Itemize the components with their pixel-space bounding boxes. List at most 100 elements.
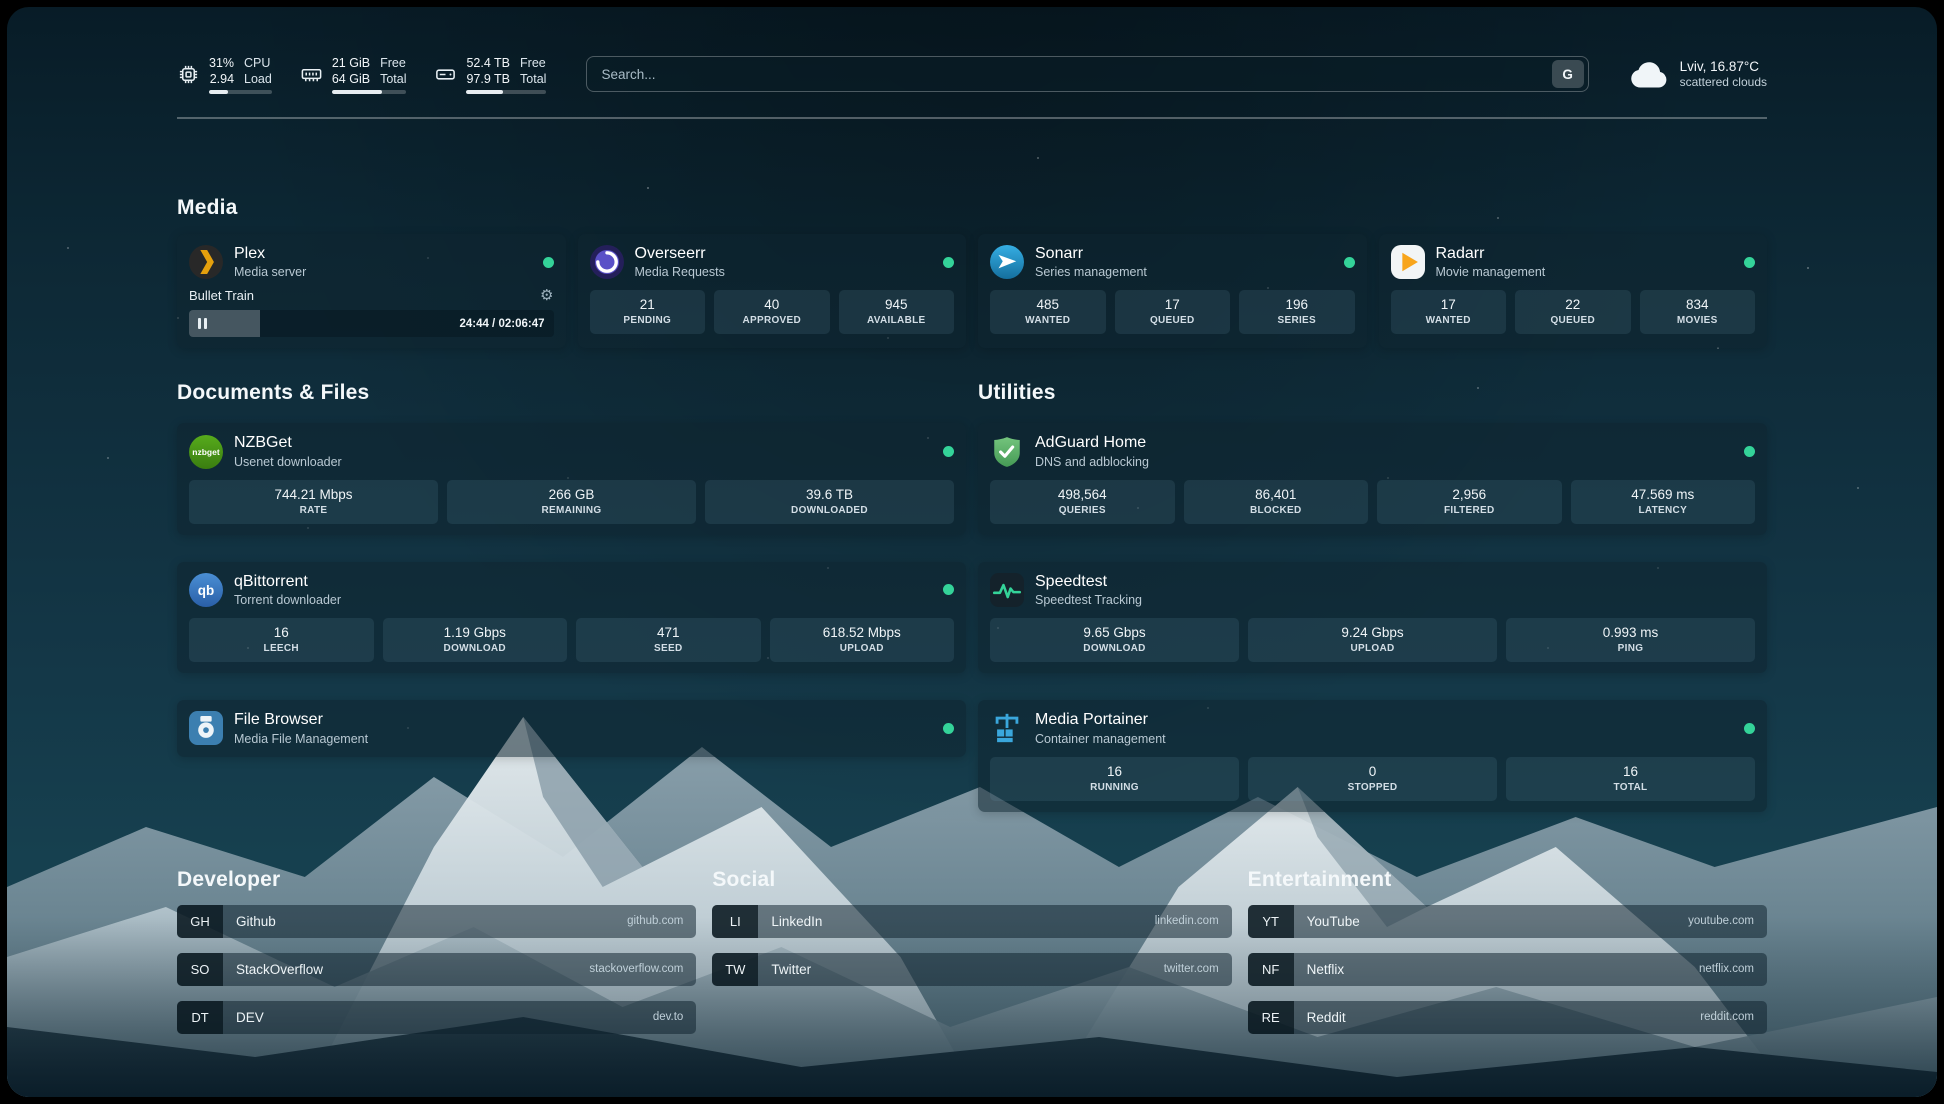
- overseerr-icon: [590, 245, 624, 279]
- svg-text:nzbget: nzbget: [192, 447, 220, 457]
- service-subtitle: Series management: [1035, 265, 1147, 279]
- bookmark-twitter[interactable]: TW Twitter twitter.com: [712, 953, 1231, 986]
- service-card-nzbget[interactable]: nzbget NZBGet Usenet downloader 744.21 M…: [177, 423, 966, 534]
- status-dot: [1744, 723, 1755, 734]
- service-card-radarr[interactable]: Radarr Movie management 17 WANTED 22 QUE…: [1379, 234, 1768, 348]
- bookmark-netflix[interactable]: NF Netflix netflix.com: [1248, 953, 1767, 986]
- bookmark-url: github.com: [627, 915, 683, 927]
- speedtest-icon: [990, 573, 1024, 607]
- dashboard-content: 31% CPU 2.94 Load 21 GiB Free 64: [7, 7, 1937, 1097]
- status-dot: [943, 723, 954, 734]
- service-subtitle: Media Requests: [635, 265, 725, 279]
- stat-approved: 40 APPROVED: [714, 290, 830, 334]
- bookmark-linkedin[interactable]: LI LinkedIn linkedin.com: [712, 905, 1231, 938]
- bookmark-github[interactable]: GH Github github.com: [177, 905, 696, 938]
- cpu-icon: [177, 63, 200, 86]
- service-card-speedtest[interactable]: Speedtest Speedtest Tracking 9.65 Gbps D…: [978, 562, 1767, 673]
- disk-label-bottom: Total: [520, 71, 546, 87]
- service-subtitle: Container management: [1035, 732, 1166, 746]
- service-subtitle: Movie management: [1436, 265, 1546, 279]
- stat-total: 16 TOTAL: [1506, 757, 1755, 801]
- service-name: Speedtest: [1035, 573, 1142, 591]
- bookmark-abbr: SO: [177, 953, 223, 986]
- service-card-sonarr[interactable]: Sonarr Series management 485 WANTED 17 Q…: [978, 234, 1367, 348]
- section-title-social: Social: [712, 867, 1231, 893]
- stat-movies: 834 MOVIES: [1640, 290, 1756, 334]
- service-card-qbittorrent[interactable]: qb qBittorrent Torrent downloader 16 LEE…: [177, 562, 966, 673]
- bookmark-group-entertainment: Entertainment YT YouTube youtube.com NF …: [1248, 867, 1767, 1034]
- memory-label-top: Free: [380, 55, 406, 71]
- bookmark-name: DEV: [236, 1010, 264, 1025]
- cpu-percent: 31%: [209, 55, 234, 71]
- bookmark-abbr: TW: [712, 953, 758, 986]
- bookmark-name: LinkedIn: [771, 914, 822, 929]
- service-name: Overseerr: [635, 245, 725, 263]
- service-name: Sonarr: [1035, 245, 1147, 263]
- stat-queries: 498,564 QUERIES: [990, 480, 1175, 524]
- memory-free: 21 GiB: [332, 55, 370, 71]
- stat-seed: 471 SEED: [576, 618, 761, 662]
- search-provider-button[interactable]: G: [1552, 60, 1584, 88]
- service-name: AdGuard Home: [1035, 434, 1149, 452]
- search-input[interactable]: [587, 67, 1551, 82]
- stat-downloaded: 39.6 TB DOWNLOADED: [705, 480, 954, 524]
- adguard-icon: [990, 435, 1024, 469]
- stat-remaining: 266 GB REMAINING: [447, 480, 696, 524]
- weather-widget[interactable]: Lviv, 16.87°C scattered clouds: [1629, 59, 1767, 89]
- bookmark-youtube[interactable]: YT YouTube youtube.com: [1248, 905, 1767, 938]
- header-divider: [177, 117, 1767, 119]
- disk-widget: 52.4 TB Free 97.9 TB Total: [434, 55, 546, 94]
- status-dot: [1344, 257, 1355, 268]
- service-card-overseerr[interactable]: Overseerr Media Requests 21 PENDING 40 A…: [578, 234, 967, 348]
- memory-label-bottom: Total: [380, 71, 406, 87]
- nzbget-icon: nzbget: [189, 435, 223, 469]
- status-dot: [1744, 257, 1755, 268]
- service-card-filebrowser[interactable]: File Browser Media File Management: [177, 700, 966, 756]
- bookmark-url: linkedin.com: [1155, 915, 1219, 927]
- qbittorrent-icon: qb: [189, 573, 223, 607]
- service-subtitle: DNS and adblocking: [1035, 455, 1149, 469]
- bookmark-url: reddit.com: [1700, 1011, 1754, 1023]
- service-subtitle: Media File Management: [234, 732, 368, 746]
- stat-pending: 21 PENDING: [590, 290, 706, 334]
- pause-icon[interactable]: [198, 318, 207, 329]
- top-bar: 31% CPU 2.94 Load 21 GiB Free 64: [177, 45, 1767, 103]
- plex-player-bar[interactable]: 24:44 / 02:06:47: [189, 310, 554, 337]
- disk-free: 52.4 TB: [466, 55, 510, 71]
- service-name: Media Portainer: [1035, 711, 1166, 729]
- section-title-developer: Developer: [177, 867, 696, 893]
- status-dot: [943, 446, 954, 457]
- service-subtitle: Speedtest Tracking: [1035, 593, 1142, 607]
- service-card-adguard[interactable]: AdGuard Home DNS and adblocking 498,564 …: [978, 423, 1767, 534]
- bookmark-reddit[interactable]: RE Reddit reddit.com: [1248, 1001, 1767, 1034]
- section-documents: Documents & Files nzbget NZBGet Usenet d…: [177, 380, 966, 811]
- section-title-media: Media: [177, 195, 1767, 221]
- gear-icon[interactable]: ⚙: [540, 288, 553, 303]
- portainer-icon: [990, 711, 1024, 745]
- bookmark-dev[interactable]: DT DEV dev.to: [177, 1001, 696, 1034]
- stat-stopped: 0 STOPPED: [1248, 757, 1497, 801]
- stat-leech: 16 LEECH: [189, 618, 374, 662]
- stat-download: 9.65 Gbps DOWNLOAD: [990, 618, 1239, 662]
- stat-running: 16 RUNNING: [990, 757, 1239, 801]
- service-card-plex[interactable]: Plex Media server Bullet Train ⚙ 24:44 /…: [177, 234, 566, 348]
- bookmark-name: Netflix: [1307, 962, 1345, 977]
- cpu-label-top: CPU: [244, 55, 272, 71]
- service-subtitle: Torrent downloader: [234, 593, 341, 607]
- bookmark-name: StackOverflow: [236, 962, 323, 977]
- bookmark-url: youtube.com: [1688, 915, 1754, 927]
- sonarr-icon: [990, 245, 1024, 279]
- memory-total: 64 GiB: [332, 71, 370, 87]
- stat-latency: 47.569 ms LATENCY: [1571, 480, 1756, 524]
- cpu-widget: 31% CPU 2.94 Load: [177, 55, 272, 94]
- service-card-portainer[interactable]: Media Portainer Container management 16 …: [978, 700, 1767, 811]
- stat-wanted: 17 WANTED: [1391, 290, 1507, 334]
- bookmark-stackoverflow[interactable]: SO StackOverflow stackoverflow.com: [177, 953, 696, 986]
- stat-blocked: 86,401 BLOCKED: [1184, 480, 1369, 524]
- bookmark-name: Twitter: [771, 962, 811, 977]
- service-subtitle: Usenet downloader: [234, 455, 342, 469]
- service-name: NZBGet: [234, 434, 342, 452]
- stat-filtered: 2,956 FILTERED: [1377, 480, 1562, 524]
- search-bar[interactable]: G: [586, 56, 1588, 92]
- bookmark-abbr: GH: [177, 905, 223, 938]
